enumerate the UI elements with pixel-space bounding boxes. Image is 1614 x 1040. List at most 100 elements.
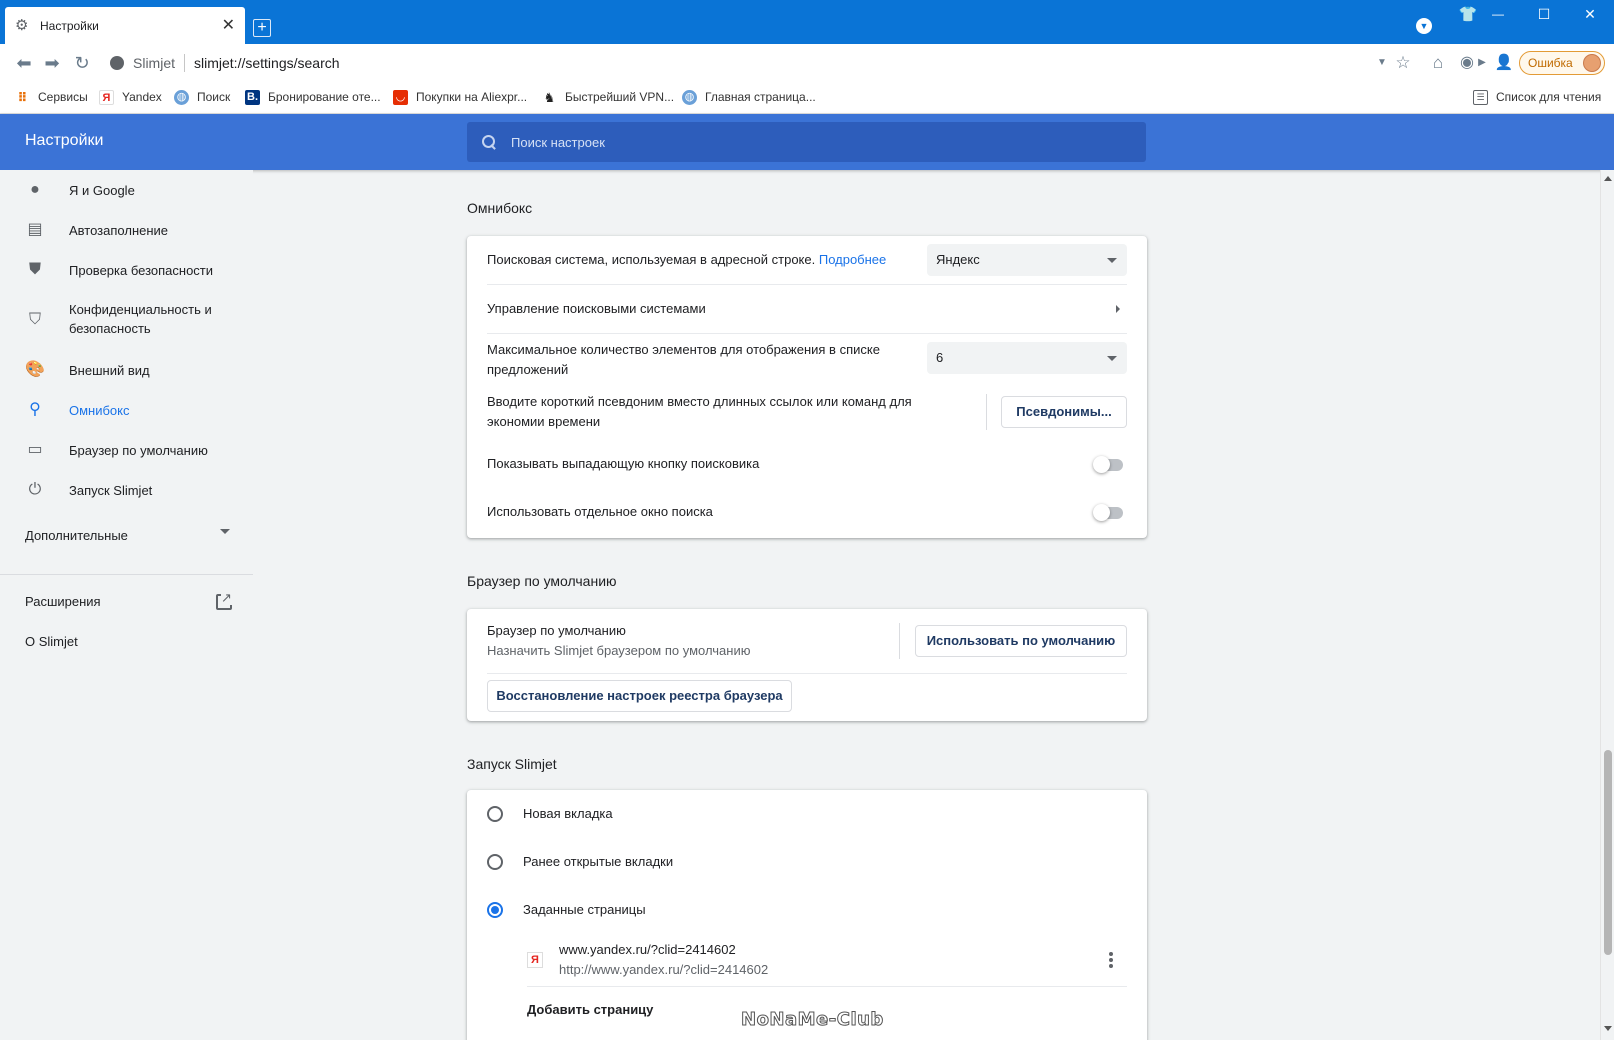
sidebar-item-you-and-google[interactable]: ● Я и Google <box>0 180 253 200</box>
search-icon: ⚲ <box>29 401 41 418</box>
reload-icon[interactable]: ↻ <box>72 53 92 73</box>
vertical-divider <box>986 394 987 430</box>
chevron-down-icon[interactable] <box>220 529 230 534</box>
clipboard-icon: ▤ <box>27 221 43 238</box>
max-suggestions-select[interactable]: 6 <box>927 342 1127 374</box>
star-icon[interactable]: ☆ <box>1393 53 1413 73</box>
close-window-button[interactable]: ✕ <box>1580 6 1600 22</box>
new-tab-button[interactable]: + <box>253 19 271 37</box>
radio-new-tab[interactable] <box>487 806 503 822</box>
omnibox-card: Поисковая система, используемая в адресн… <box>467 236 1147 538</box>
sidebar-item-autofill[interactable]: ▤ Автозаполнение <box>0 220 253 240</box>
separate-window-label: Использовать отдельное окно поиска <box>487 504 713 519</box>
history-dropdown-icon[interactable]: ▼ <box>1372 53 1392 73</box>
max-suggestions-row: Максимальное количество элементов для от… <box>467 334 1147 384</box>
page-title: Настройки <box>25 132 104 149</box>
default-browser-label: Браузер по умолчанию <box>487 623 626 638</box>
tab-list-dropdown-icon[interactable]: ▼ <box>1416 18 1432 34</box>
make-default-button[interactable]: Использовать по умолчанию <box>915 625 1127 657</box>
search-engine-row: Поисковая система, используемая в адресн… <box>467 236 1147 284</box>
aliexpress-icon: ◡ <box>393 89 408 105</box>
bookmark-vpn[interactable]: ♞ Быстрейший VPN... <box>542 87 674 107</box>
radio-specific-pages[interactable] <box>487 902 503 918</box>
dropdown-button-label: Показывать выпадающую кнопку поисковика <box>487 456 760 471</box>
startup-page-item: Я www.yandex.ru/?clid=2414602 http://www… <box>467 934 1147 984</box>
sync-error-button[interactable]: Ошибка <box>1519 51 1605 75</box>
power-icon: ⏻ <box>28 481 42 498</box>
back-icon[interactable]: ⬅ <box>14 53 34 73</box>
sidebar-item-default-browser[interactable]: ▭ Браузер по умолчанию <box>0 440 253 460</box>
more-actions-icon[interactable] <box>1109 952 1113 968</box>
sidebar-about[interactable]: О Slimjet <box>25 634 78 649</box>
startup-option-specific-pages[interactable]: Заданные страницы <box>467 886 1147 934</box>
sidebar-extensions[interactable]: Расширения <box>25 594 101 609</box>
radio-continue[interactable] <box>487 854 503 870</box>
watermark: NoNaMe-Club <box>741 1009 884 1031</box>
settings-search-input[interactable] <box>511 134 1111 150</box>
profile-icon[interactable]: 👤 <box>1494 53 1514 73</box>
sidebar-item-startup[interactable]: ⏻ Запуск Slimjet <box>0 480 253 500</box>
address-separator <box>184 54 186 72</box>
manage-search-engines-row[interactable]: Управление поисковыми системами <box>467 285 1147 333</box>
scroll-down-icon[interactable] <box>1604 1026 1612 1031</box>
separate-window-toggle[interactable] <box>1093 502 1125 522</box>
dropdown-button-row: Показывать выпадающую кнопку поисковика <box>467 440 1147 488</box>
person-icon: ● <box>30 181 40 198</box>
sidebar-item-omnibox[interactable]: ⚲ Омнибокс <box>0 400 253 420</box>
manage-search-engines-label: Управление поисковыми системами <box>487 301 706 316</box>
search-icon <box>481 134 497 150</box>
bookmark-yandex[interactable]: Я Yandex <box>99 87 162 107</box>
shield-half-icon: ⛉ <box>28 311 41 328</box>
scroll-up-icon[interactable] <box>1604 176 1612 181</box>
gear-icon: ⚙ <box>15 16 29 34</box>
startup-option-continue[interactable]: Ранее открытые вкладки <box>467 838 1147 886</box>
address-bar[interactable]: Slimjet slimjet://settings/search <box>110 52 340 74</box>
sidebar-item-safety-check[interactable]: ⛊ Проверка безопасности <box>0 260 253 280</box>
aliases-button[interactable]: Псевдонимы... <box>1001 396 1127 428</box>
section-title-default-browser: Браузер по умолчанию <box>467 573 617 589</box>
maximize-button[interactable]: ☐ <box>1534 6 1554 22</box>
site-info-icon[interactable] <box>110 56 124 70</box>
chevron-right-icon[interactable]: ▶ <box>1477 53 1487 73</box>
search-engine-label: Поисковая система, используемая в адресн… <box>487 252 816 267</box>
bookmarks-bar: ⠿ Сервисы Я Yandex ◍ Поиск B. Бронирован… <box>0 81 1614 114</box>
bookmark-booking[interactable]: B. Бронирование оте... <box>245 87 381 107</box>
home-icon[interactable]: ⌂ <box>1428 53 1448 73</box>
scroll-thumb[interactable] <box>1604 750 1612 955</box>
bookmark-aliexpress[interactable]: ◡ Покупки на Aliexpr... <box>393 87 527 107</box>
search-engine-select[interactable]: Яндекс <box>927 244 1127 276</box>
forward-icon[interactable]: ➡ <box>42 53 62 73</box>
bookmark-home-page[interactable]: ◍ Главная страница... <box>682 87 816 107</box>
open-in-new-icon[interactable] <box>216 591 232 610</box>
add-page-link[interactable]: Добавить страницу <box>527 1000 653 1020</box>
default-browser-sublabel: Назначить Slimjet браузером по умолчанию <box>487 643 751 658</box>
separate-window-row: Использовать отдельное окно поиска <box>467 488 1147 536</box>
vertical-divider <box>899 623 900 659</box>
page-scrollbar[interactable] <box>1600 170 1614 1040</box>
extension-icon[interactable]: ◉ <box>1457 53 1477 73</box>
max-suggestions-label-2: предложений <box>487 362 569 377</box>
sidebar-item-appearance[interactable]: 🎨 Внешний вид <box>0 360 253 380</box>
url-text[interactable]: slimjet://settings/search <box>194 55 340 71</box>
learn-more-link[interactable]: Подробнее <box>819 252 886 267</box>
startup-option-new-tab[interactable]: Новая вкладка <box>467 790 1147 838</box>
bookmark-services[interactable]: ⠿ Сервисы <box>15 87 87 107</box>
startup-card: Новая вкладка Ранее открытые вкладки Зад… <box>467 790 1147 1040</box>
restore-registry-button[interactable]: Восстановление настроек реестра браузера <box>487 680 792 712</box>
settings-search-box[interactable] <box>467 122 1146 162</box>
tab-settings[interactable]: ⚙ Настройки ✕ <box>5 7 245 44</box>
minimize-button[interactable]: — <box>1488 6 1508 22</box>
divider <box>487 673 1127 674</box>
bookmark-reading-list[interactable]: ☰ Список для чтения <box>1473 87 1601 107</box>
bookmark-search[interactable]: ◍ Поиск <box>174 87 230 107</box>
aliases-row: Вводите короткий псевдоним вместо длинны… <box>467 386 1147 438</box>
settings-header: Настройки <box>0 114 1614 170</box>
sidebar-item-privacy[interactable]: ⛉ Конфиденциальность и безопасность <box>0 300 253 340</box>
tab-title: Настройки <box>40 18 99 33</box>
close-icon[interactable]: ✕ <box>222 17 235 34</box>
dropdown-button-toggle[interactable] <box>1093 454 1125 474</box>
title-bar: ⚙ Настройки ✕ + ▼ 👕 — ☐ ✕ <box>0 0 1614 44</box>
browser-icon: ▭ <box>27 441 43 458</box>
sidebar-advanced[interactable]: Дополнительные <box>25 528 128 543</box>
shirt-icon[interactable]: 👕 <box>1458 7 1478 23</box>
